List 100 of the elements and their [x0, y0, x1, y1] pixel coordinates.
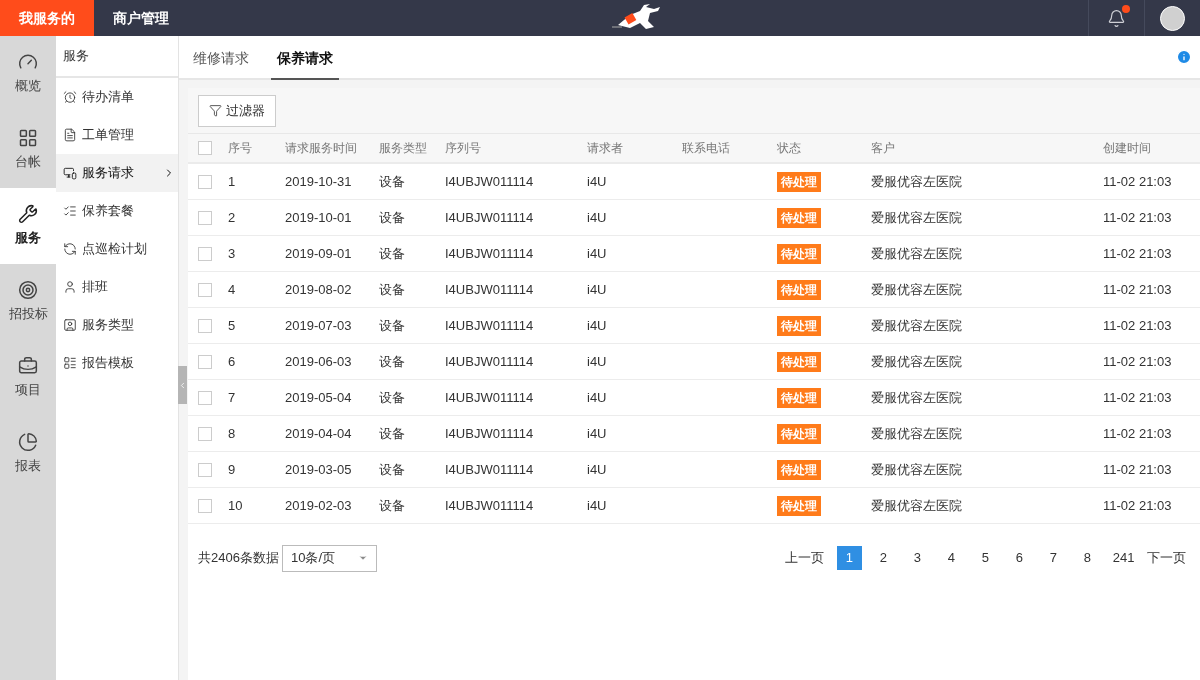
table-cell-text: 设备	[379, 244, 406, 263]
table-cell-text: 4	[228, 280, 237, 299]
sidebar-item[interactable]: 报告模板	[56, 344, 178, 382]
table-cell-text: i4U	[587, 208, 608, 227]
table-cell-text: 2019-06-03	[285, 352, 353, 371]
rail-item[interactable]: 服务	[0, 188, 56, 264]
table-cell-text: I4UBJW011114	[445, 496, 535, 515]
top-nav-tab[interactable]: 商户管理	[94, 0, 188, 36]
pie-chart-icon	[18, 432, 38, 453]
table-cell-text: i4U	[587, 280, 608, 299]
tab[interactable]: 维修请求	[187, 38, 255, 80]
page-number[interactable]: 6	[1006, 546, 1032, 570]
table-cell-text: 设备	[379, 208, 406, 227]
table-cell-text: 爱服优容左医院	[871, 388, 963, 407]
row-checkbox[interactable]	[198, 462, 212, 477]
sidebar-item[interactable]: 服务请求	[56, 154, 178, 192]
table-cell-text: 7	[228, 388, 237, 407]
page-number[interactable]: 241	[1108, 546, 1139, 570]
table-cell-text: I4UBJW011114	[445, 424, 535, 443]
sidebar-item[interactable]: 排班	[56, 268, 178, 306]
table-cell-text: 爱服优容左医院	[871, 316, 963, 335]
table-cell-text: 设备	[379, 424, 406, 443]
rail-item[interactable]: 概览	[0, 36, 56, 112]
table-cell-text: 设备	[379, 316, 406, 335]
page-number[interactable]: 7	[1040, 546, 1066, 570]
sidebar-item[interactable]: 待办清单	[56, 78, 178, 116]
info-icon[interactable]	[1176, 49, 1192, 65]
row-checkbox[interactable]	[198, 282, 212, 297]
table-cell-text: 爱服优容左医院	[871, 424, 963, 443]
table-cell-text: 爱服优容左医院	[871, 352, 963, 371]
row-checkbox[interactable]	[198, 210, 212, 225]
table-cell-text: i4U	[587, 424, 608, 443]
table-cell-text: I4UBJW011114	[445, 316, 535, 335]
sidebar-item[interactable]: 工单管理	[56, 116, 178, 154]
page-number[interactable]: 4	[938, 546, 964, 570]
dropdown-caret-icon	[357, 553, 368, 563]
table-cell-text: 11-02 21:03	[1103, 316, 1173, 335]
table-cell-text: 设备	[379, 496, 406, 515]
table-cell-text: 设备	[379, 280, 406, 299]
table-cell-text: 11-02 21:03	[1103, 424, 1173, 443]
table-cell-text: 6	[228, 352, 237, 371]
table-cell-text: 2019-04-04	[285, 424, 353, 443]
table-cell-text: 2019-07-03	[285, 316, 353, 335]
status-badge: 待处理	[777, 351, 821, 372]
rail-item[interactable]: 招投标	[0, 264, 56, 340]
table-cell-text: i4U	[587, 460, 608, 479]
status-badge: 待处理	[777, 423, 821, 444]
table-cell-text: 爱服优容左医院	[871, 208, 963, 227]
page-size-select[interactable]: 10条/页	[281, 544, 377, 572]
avatar[interactable]	[1160, 5, 1185, 31]
total-count: 共2406条数据	[198, 549, 279, 568]
page-number[interactable]: 2	[870, 546, 896, 570]
row-checkbox[interactable]	[198, 390, 212, 405]
table-cell-text: 爱服优容左医院	[871, 496, 963, 515]
status-badge: 待处理	[777, 243, 821, 264]
grid-icon	[18, 128, 38, 149]
sidebar-item[interactable]: 保养套餐	[56, 192, 178, 230]
row-checkbox[interactable]	[198, 498, 212, 513]
table-cell-text: 9	[228, 460, 237, 479]
list-icon	[63, 204, 77, 218]
rail-item[interactable]: 项目	[0, 340, 56, 416]
sidebar-item[interactable]: 服务类型	[56, 306, 178, 344]
row-checkbox[interactable]	[198, 426, 212, 441]
page-number[interactable]: 5	[972, 546, 998, 570]
row-checkbox[interactable]	[198, 174, 212, 189]
column-header: 服务类型	[379, 140, 428, 157]
row-checkbox[interactable]	[198, 246, 212, 261]
monitor-icon	[63, 166, 77, 180]
row-checkbox[interactable]	[198, 354, 212, 369]
table-cell-text: 设备	[379, 460, 406, 479]
table-cell-text: 2019-03-05	[285, 460, 353, 479]
rail-item[interactable]: 报表	[0, 416, 56, 492]
contact-card-icon	[63, 318, 77, 332]
column-header: 请求者	[587, 140, 624, 157]
collapse-handle[interactable]	[178, 366, 187, 404]
page-number[interactable]: 8	[1074, 546, 1100, 570]
table-cell-text: 2019-10-01	[285, 208, 353, 227]
table-cell-text: 2019-02-03	[285, 496, 353, 515]
row-checkbox[interactable]	[198, 318, 212, 333]
table-cell-text: 11-02 21:03	[1103, 280, 1173, 299]
filter-icon	[209, 104, 222, 117]
sidebar-item[interactable]: 点巡检计划	[56, 230, 178, 268]
table-cell-text: 2019-05-04	[285, 388, 353, 407]
table-cell-text: 2019-10-31	[285, 172, 353, 191]
table-cell-text: 2019-08-02	[285, 280, 353, 299]
table-cell-text: 2	[228, 208, 237, 227]
table-cell-text: 5	[228, 316, 237, 335]
status-badge: 待处理	[777, 387, 821, 408]
filter-button[interactable]: 过滤器	[198, 94, 276, 127]
prev-page-link[interactable]: 上一页	[785, 548, 825, 568]
next-page-link[interactable]: 下一页	[1147, 548, 1186, 568]
layout-list-icon	[63, 356, 77, 370]
table-cell-text: 1	[228, 172, 237, 191]
table-cell-text: i4U	[587, 316, 608, 335]
column-header: 客户	[871, 140, 896, 157]
status-badge: 待处理	[777, 495, 821, 516]
select-all-checkbox[interactable]	[198, 141, 212, 155]
table-cell-text: i4U	[587, 496, 608, 515]
page-number[interactable]: 3	[904, 546, 930, 570]
rail-item[interactable]: 台帐	[0, 112, 56, 188]
